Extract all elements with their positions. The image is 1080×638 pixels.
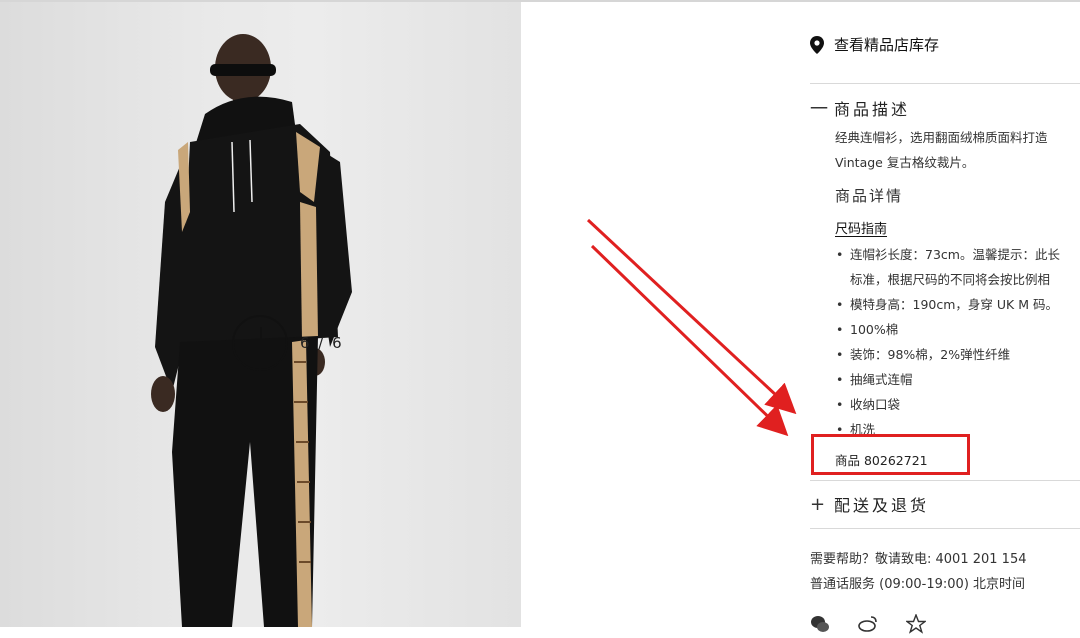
help-hours: 普通话服务 (09:00-19:00) 北京时间 [810, 577, 1026, 592]
description-title: 商品描述 [834, 100, 911, 119]
divider [810, 480, 1080, 481]
divider [810, 83, 1080, 84]
description-text-1: 经典连帽衫，选用翻面绒棉质面料打造 [835, 130, 1048, 145]
product-info: 查看精品店库存 一 商品描述 经典连帽衫，选用翻面绒棉质面料打造 Vintage… [810, 0, 1080, 634]
product-image[interactable]: 6 / 6 [0, 2, 521, 627]
list-item: 抽绳式连帽 [835, 367, 1060, 392]
help-phone: 需要帮助？敬请致电: 4001 201 154 [810, 552, 1027, 567]
image-counter: 6 / 6 [300, 334, 344, 352]
shipping-toggle[interactable]: + 配送及退货 [810, 492, 929, 516]
description-text-2: Vintage 复古格纹裁片。 [835, 155, 975, 170]
map-pin-icon [810, 35, 824, 54]
star-icon[interactable] [904, 613, 928, 634]
divider [810, 528, 1080, 529]
list-item: 模特身高：190cm，身穿 UK M 码。 [835, 292, 1060, 317]
store-link-label: 查看精品店库存 [834, 36, 940, 54]
wechat-icon[interactable] [810, 614, 830, 634]
list-item: 标准，根据尺码的不同将会按比例相 [850, 272, 1051, 287]
details-heading: 商品详情 [835, 187, 904, 205]
list-item: 100%棉 [835, 317, 1060, 342]
weibo-icon[interactable] [858, 614, 878, 634]
plus-icon: + [810, 493, 826, 515]
check-store-stock-link[interactable]: 查看精品店库存 [810, 34, 939, 55]
plus-circle-icon[interactable] [232, 315, 288, 371]
list-item: 收纳口袋 [835, 392, 1060, 417]
description-toggle[interactable]: 一 商品描述 [810, 95, 910, 121]
size-guide-link[interactable]: 尺码指南 [835, 218, 887, 237]
highlight-box [811, 434, 970, 475]
details-list: 连帽衫长度：73cm。温馨提示：此长 标准，根据尺码的不同将会按比例相 模特身高… [835, 242, 1060, 442]
list-item: 装饰：98%棉，2%弹性纤维 [835, 342, 1060, 367]
minus-icon: 一 [810, 99, 828, 120]
social-links [810, 613, 928, 634]
list-item: 连帽衫长度：73cm。温馨提示：此长 [835, 242, 1060, 267]
shipping-title: 配送及退货 [834, 496, 930, 515]
